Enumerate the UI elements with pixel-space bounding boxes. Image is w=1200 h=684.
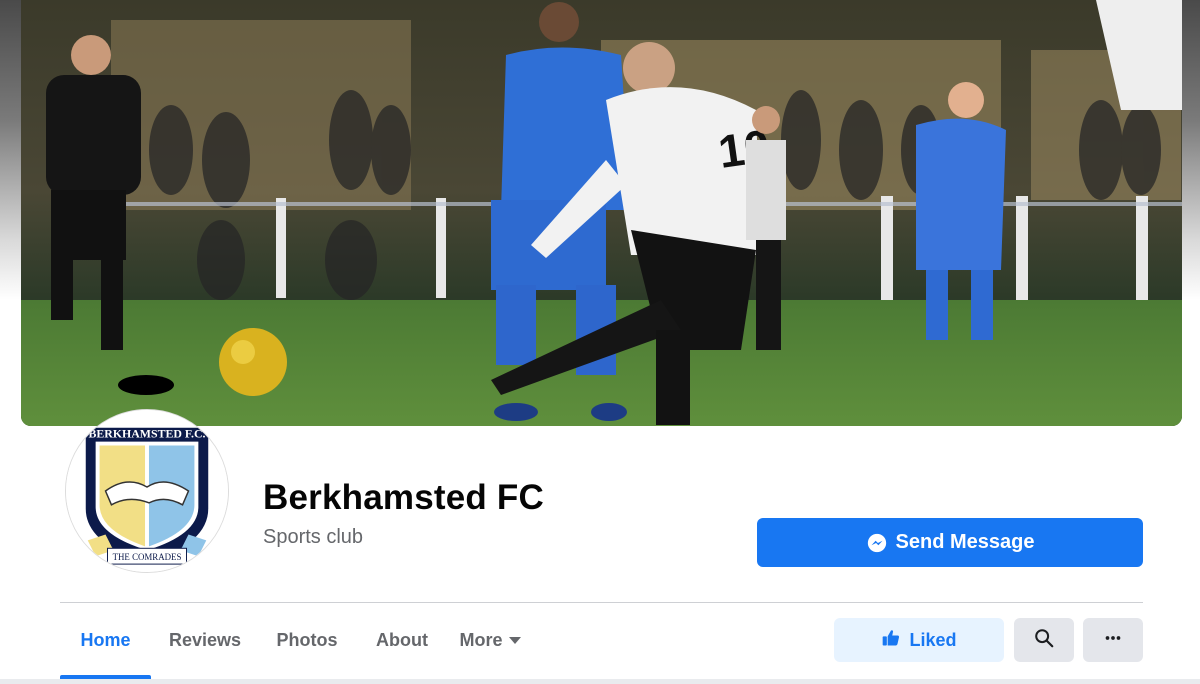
search-button[interactable] bbox=[1014, 618, 1074, 662]
tab-more-label: More bbox=[459, 629, 503, 650]
ellipsis-icon bbox=[1102, 627, 1124, 654]
messenger-icon bbox=[866, 532, 888, 554]
crest-top-text: BERKHAMSTED F.C. bbox=[88, 427, 205, 441]
content-background-strip bbox=[0, 679, 1200, 684]
profile-picture[interactable]: BERKHAMSTED F.C. THE COMRADES bbox=[65, 409, 229, 573]
tab-more[interactable]: More bbox=[449, 603, 531, 677]
page-tabs: Home Reviews Photos About More bbox=[60, 603, 531, 679]
cover-photo[interactable]: 10 bbox=[21, 0, 1182, 426]
liked-button[interactable]: Liked bbox=[834, 618, 1004, 662]
tab-reviews-label: Reviews bbox=[168, 629, 242, 650]
tab-about[interactable]: About bbox=[355, 603, 449, 677]
liked-label: Liked bbox=[909, 629, 957, 650]
thumbs-up-icon bbox=[881, 628, 901, 653]
club-crest-logo: BERKHAMSTED F.C. THE COMRADES bbox=[66, 410, 228, 572]
tab-home-label: Home bbox=[80, 629, 131, 650]
more-options-button[interactable] bbox=[1083, 618, 1143, 662]
tab-photos[interactable]: Photos bbox=[259, 603, 355, 677]
crest-motto: THE COMRADES bbox=[113, 552, 182, 562]
tab-photos-label: Photos bbox=[276, 629, 338, 650]
tab-reviews[interactable]: Reviews bbox=[151, 603, 259, 677]
cover-photo-image: 10 bbox=[21, 0, 1182, 426]
caret-down-icon bbox=[508, 637, 521, 644]
send-message-button[interactable]: Send Message bbox=[757, 518, 1143, 567]
tab-about-label: About bbox=[376, 629, 428, 650]
send-message-label: Send Message bbox=[895, 531, 1035, 553]
page-category: Sports club bbox=[263, 526, 364, 548]
tab-home[interactable]: Home bbox=[60, 603, 151, 679]
page-title: Berkhamsted FC bbox=[263, 478, 544, 517]
search-icon bbox=[1033, 627, 1055, 654]
